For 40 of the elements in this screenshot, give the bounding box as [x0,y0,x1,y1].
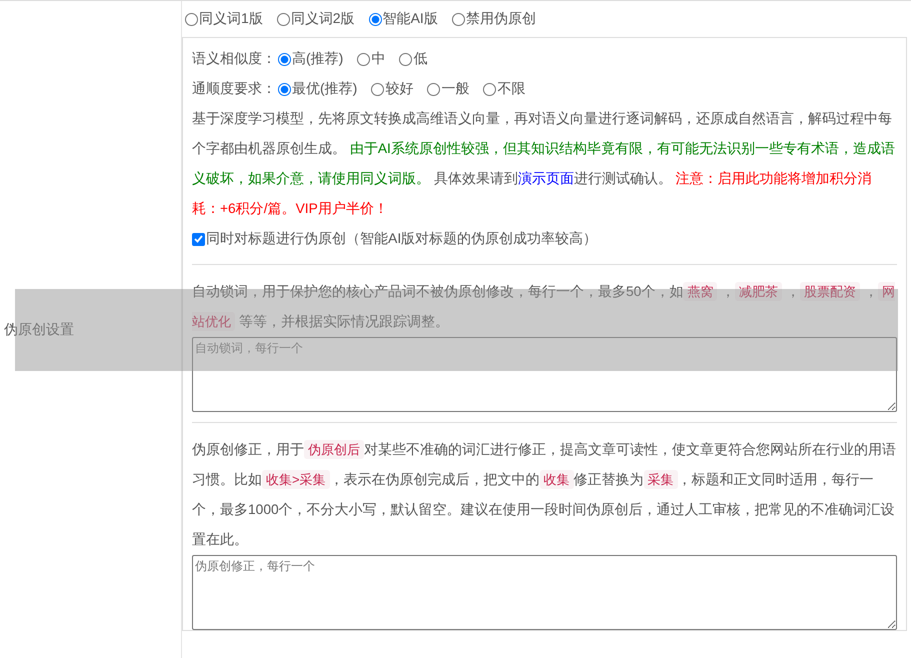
radio-button[interactable] [399,52,412,66]
keyword-tag: 股票配资 [800,282,860,301]
radio-label: 一般 [441,80,470,98]
radio-button[interactable] [278,52,291,66]
radio-label: 同义词2版 [290,10,355,28]
demo-page-link[interactable]: 演示页面 [518,171,574,186]
radio-label: 最优(推荐) [292,80,358,98]
radio-label: 中 [371,50,386,68]
radio-button[interactable] [483,82,496,96]
keyword-tag: 采集 [644,470,678,489]
radio-button[interactable] [357,52,370,66]
keyword-tag: 减肥茶 [735,282,782,301]
radio-button[interactable] [278,82,291,96]
keyword-tag: 收集 [540,470,574,489]
similarity-label: 语义相似度： [192,50,276,68]
radio-label: 高(推荐) [292,50,344,68]
radio-button[interactable] [368,12,382,26]
radio-button[interactable] [185,12,198,26]
correction-description: 伪原创修正，用于 伪原创后 对某些不准确的词汇进行修正，提高文章可读性，使文章更符合您网站所在行业的用语习惯。比如 收集>采集 ，表示在伪原创完成后，把文中的 收集 修正替换为 采集 ，标题和正文同时适用，每行一个，最多1000个，不分大小写，默认留空。建议在使用一段时间伪原创后，通过人工审核，把常见的不准确词汇设置在此。 [192,439,897,549]
keyword-tag: 伪原创后 [304,440,364,459]
radio-label: 禁用伪原创 [466,10,536,28]
radio-button[interactable] [427,82,440,96]
radio-label: 不限 [497,80,526,98]
fluency-label: 通顺度要求： [192,80,276,98]
ai-description: 基于深度学习模型，先将原文转换成高维语义向量，再对语义向量进行逐词解码，还原成自然语言，解码过程中每个字都由机器原创生成。 由于AI系统原创性较强，但其知识结构毕竟有限，有可能无法识别一些专有术语，造成语义破坏，如果介意，请使用同义词版。 具体效果请到演示页面进行测试确认。 注意：启用此功能将增加积分消耗：+6积分/篇。VIP用户半价！ [192,110,896,218]
radio-label: 较好 [385,80,414,98]
keyword-tag: 燕窝 [683,282,718,301]
radio-label: 智能AI版 [382,10,438,28]
radio-label: 同义词1版 [199,10,263,28]
settings-label: 伪原创设置 [4,321,74,337]
checkbox[interactable] [192,232,205,246]
lock-words-description: 自动锁词，用于保护您的核心产品词不被伪原创修改，每行一个，最多50个，如 燕窝 ， 减肥茶 ， 股票配资 ， 网站优化 等等，并根据实际情况跟踪调整。 [192,281,896,333]
keyword-tag: 收集>采集 [262,470,330,489]
radio-label: 低 [413,50,428,68]
radio-button[interactable] [276,12,290,26]
radio-button[interactable] [371,82,384,96]
radio-button[interactable] [452,12,465,26]
correction-field[interactable]: 伪原创修正，每行一个 [192,555,897,630]
checkbox-label: 同时对标题进行伪原创（智能AI版对标题的伪原创成功率较高） [206,230,598,248]
lock-words-field[interactable]: 自动锁词，每行一个 [192,337,897,412]
